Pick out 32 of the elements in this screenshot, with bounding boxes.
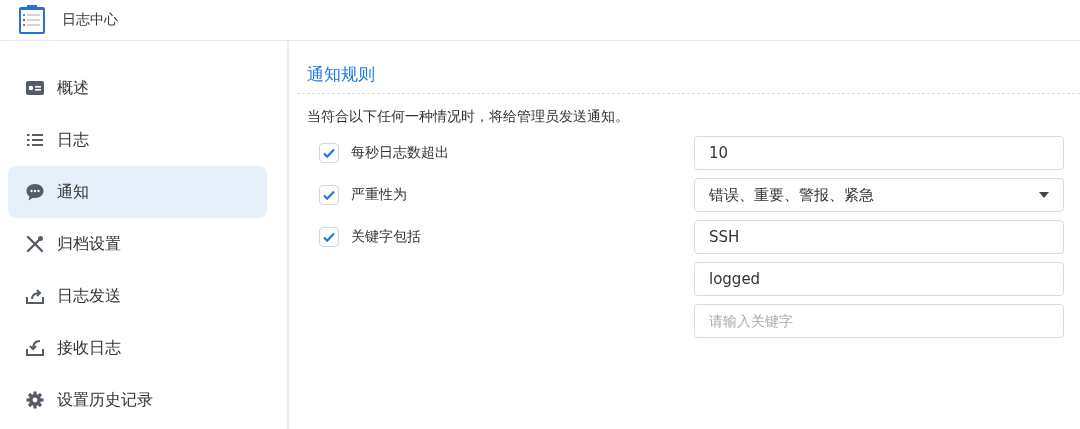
- rule-label: 每秒日志数超出: [351, 144, 449, 162]
- rule-label: 严重性为: [351, 186, 407, 204]
- sidebar-item[interactable]: 设置历史记录: [8, 374, 267, 426]
- checkbox[interactable]: [319, 227, 339, 247]
- dropdown[interactable]: 错误、重要、警报、紧急: [694, 178, 1064, 212]
- checkbox[interactable]: [319, 143, 339, 163]
- checkmark-icon: [322, 230, 336, 244]
- input-field[interactable]: logged: [694, 262, 1064, 296]
- input-field[interactable]: 请输入关键字: [694, 304, 1064, 338]
- rule-label: 关键字包括: [351, 228, 421, 246]
- chat-bubble-icon: [25, 182, 45, 202]
- checkbox[interactable]: [319, 185, 339, 205]
- section-title: 通知规则: [307, 63, 376, 86]
- upload-arrow-icon: [25, 286, 45, 306]
- sidebar-item[interactable]: 归档设置: [8, 218, 267, 270]
- input-field[interactable]: 10: [694, 136, 1064, 170]
- download-arrow-icon: [25, 338, 45, 358]
- sidebar-item[interactable]: 概述: [8, 62, 267, 114]
- checkmark-icon: [322, 188, 336, 202]
- id-card-icon: [25, 78, 45, 98]
- sidebar-item[interactable]: 日志发送: [8, 270, 267, 322]
- caret-icon: [1039, 192, 1049, 198]
- notebook-icon: [18, 5, 46, 35]
- description-text: 当符合以下任何一种情况时，将给管理员发送通知。: [307, 108, 630, 126]
- sidebar-item[interactable]: 日志: [8, 114, 267, 166]
- checkmark-icon: [322, 146, 336, 160]
- window-title: 日志中心: [62, 11, 118, 29]
- sidebar-item[interactable]: 通知: [8, 166, 267, 218]
- sidebar-item[interactable]: 接收日志: [8, 322, 267, 374]
- input-field[interactable]: SSH: [694, 220, 1064, 254]
- tools-icon: [25, 234, 45, 254]
- settings-icon: [25, 390, 45, 410]
